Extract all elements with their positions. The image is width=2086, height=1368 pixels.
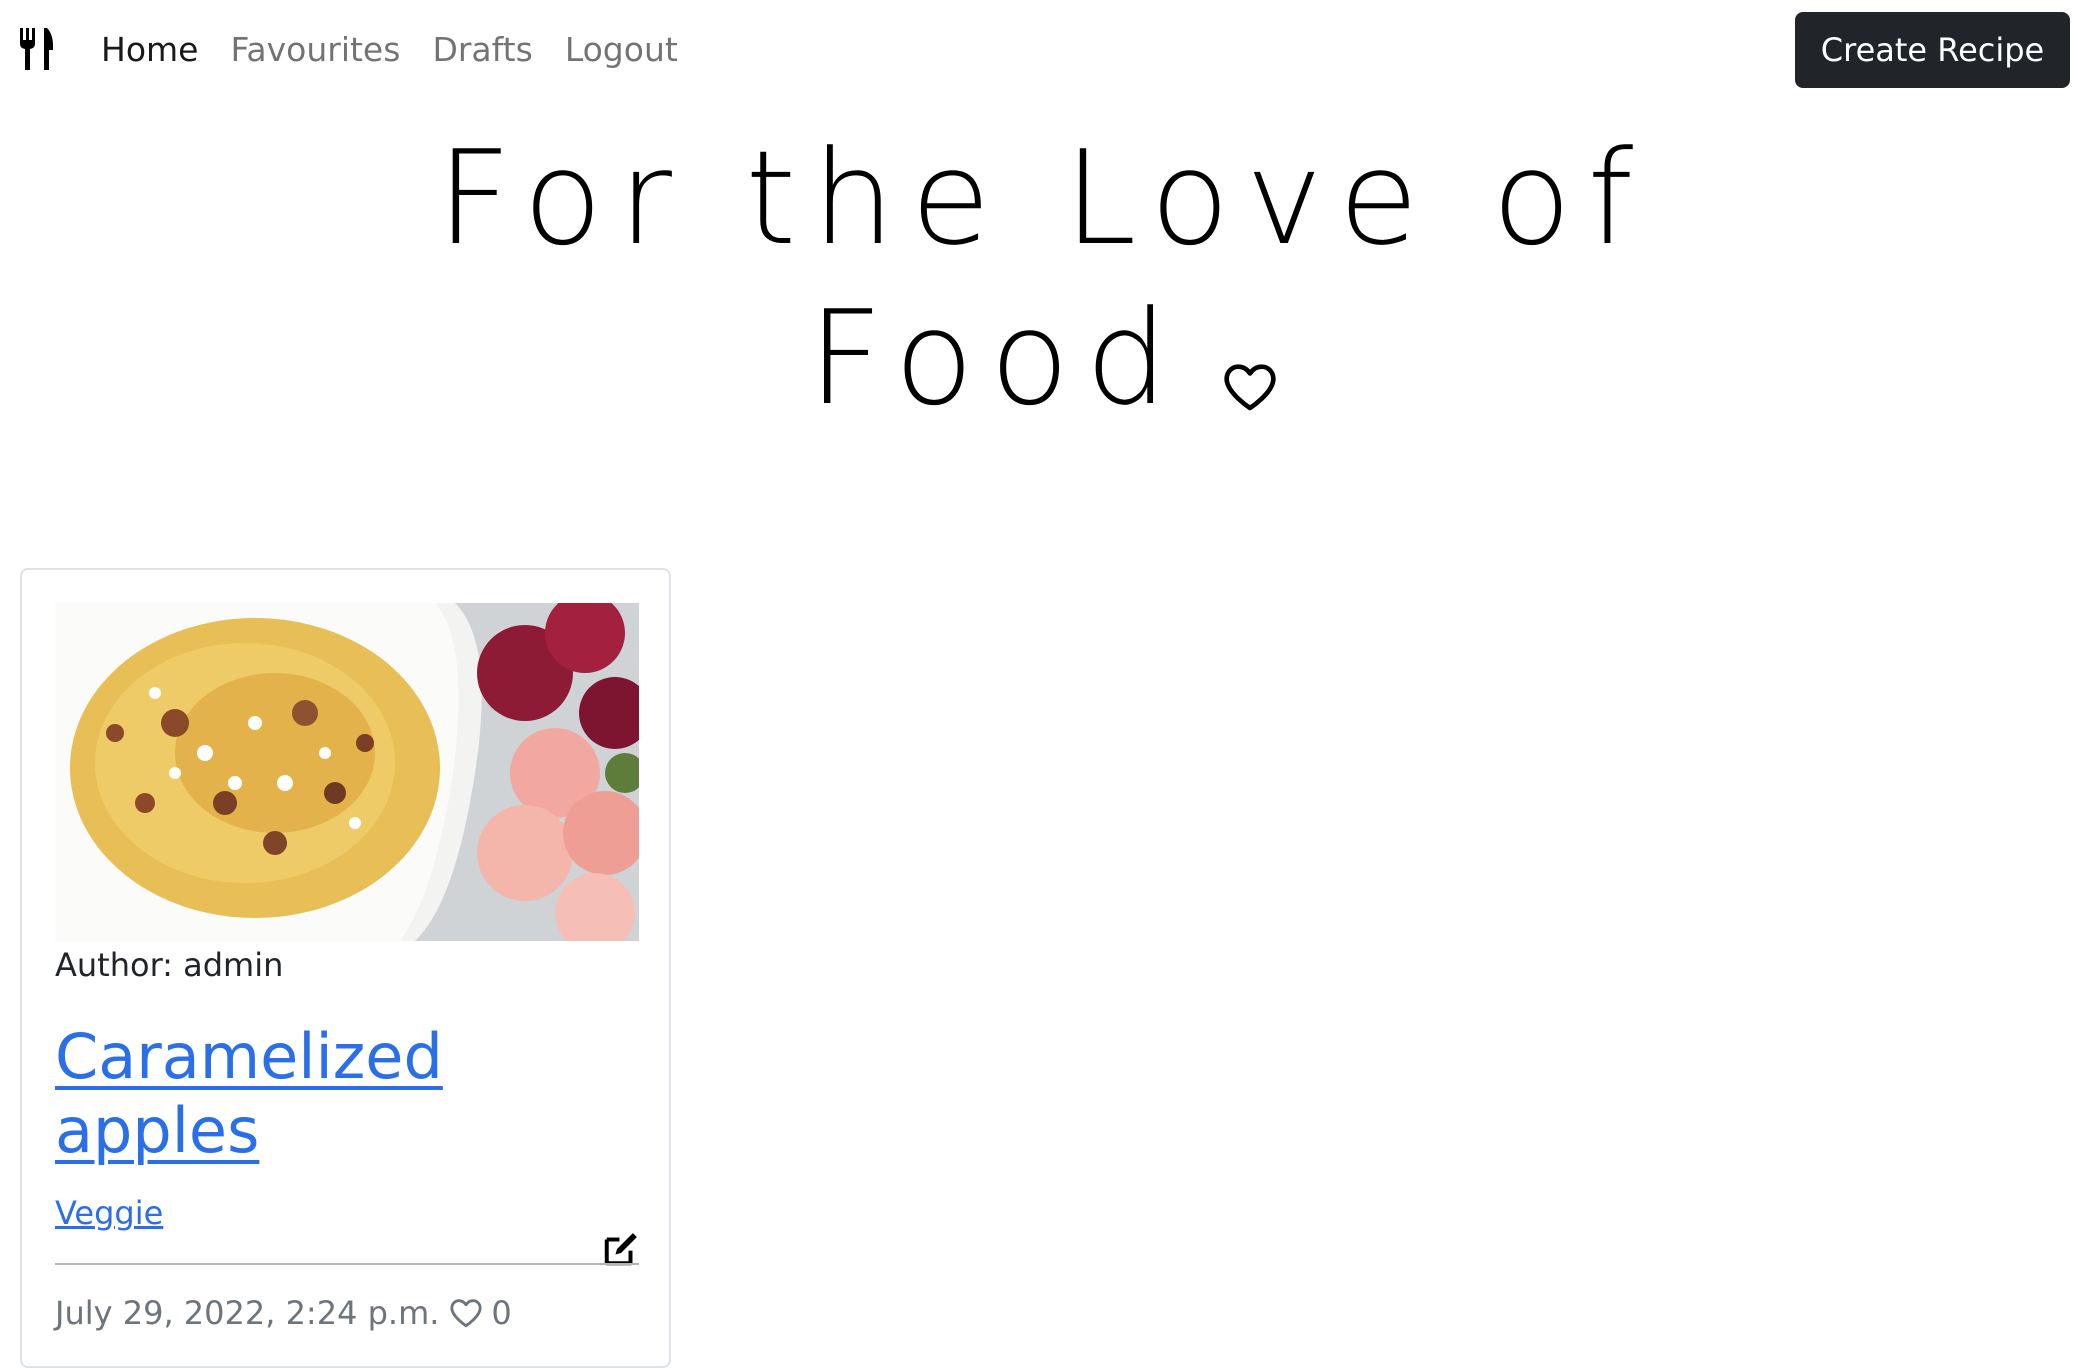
nav-home[interactable]: Home: [101, 26, 198, 74]
pasta-dish-photo: [55, 603, 639, 941]
navbar: Home Favourites Drafts Logout Create Rec…: [0, 0, 2086, 100]
recipe-card: Author: admin Caramelized apples Veggie …: [20, 568, 671, 1368]
recipe-meta: July 29, 2022, 2:24 p.m. 0: [55, 1290, 512, 1336]
recipe-category-link[interactable]: Veggie: [55, 1190, 163, 1236]
card-divider: [55, 1263, 639, 1265]
hero-title-line1: For the Love of: [436, 122, 1650, 274]
recipe-title-link[interactable]: Caramelized apples: [55, 1020, 615, 1168]
nav-logout[interactable]: Logout: [565, 26, 678, 74]
heart-outline-icon[interactable]: [449, 1296, 483, 1330]
like-count: 0: [491, 1294, 512, 1332]
recipe-image[interactable]: [55, 603, 639, 941]
hero-title-line2: Food: [808, 282, 1184, 434]
recipe-date: July 29, 2022, 2:24 p.m.: [55, 1294, 440, 1332]
hero-title-line2-wrap: Food: [808, 278, 1278, 438]
hero-title: For the Love of Food: [0, 118, 2086, 438]
recipe-title-line2[interactable]: apples: [55, 1094, 259, 1167]
nav-links: Home Favourites Drafts Logout: [101, 26, 678, 74]
nav-favourites[interactable]: Favourites: [230, 26, 400, 74]
recipe-author: Author: admin: [55, 946, 284, 984]
create-recipe-button[interactable]: Create Recipe: [1795, 12, 2070, 88]
recipe-title-line1[interactable]: Caramelized: [55, 1020, 443, 1093]
utensils-icon[interactable]: [19, 28, 55, 70]
nav-drafts[interactable]: Drafts: [432, 26, 532, 74]
heart-outline-icon: [1224, 364, 1276, 411]
